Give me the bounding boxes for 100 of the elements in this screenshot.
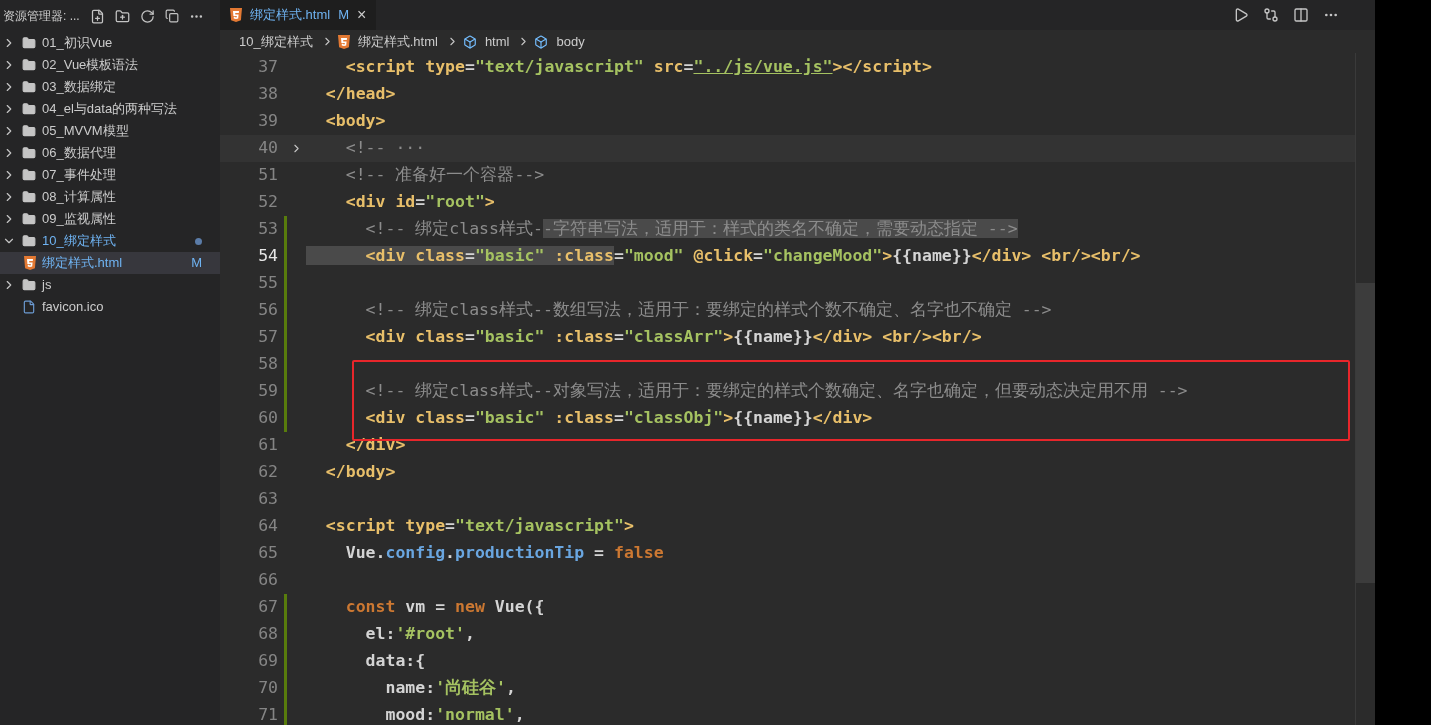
folder-icon	[22, 36, 36, 50]
folder-row[interactable]: js	[0, 274, 220, 296]
folder-row[interactable]: 08_计算属性	[0, 186, 220, 208]
code-line: <!-- 准备好一个容器-->	[344, 164, 545, 187]
folder-row[interactable]: 02_Vue模板语法	[0, 54, 220, 76]
element-icon	[462, 34, 477, 49]
compare-icon[interactable]	[1263, 7, 1279, 23]
folder-row[interactable]: 10_绑定样式	[0, 230, 220, 252]
code-line: <!-- 绑定class样式--数组写法，适用于：要绑定的样式个数不确定、名字也不确定 -->	[364, 299, 1052, 322]
code-line: <div class="basic" :class="mood" @click="changeMood">{{name}}</div> <br/><br/>	[306, 244, 1141, 269]
folder-row[interactable]: 04_el与data的两种写法	[0, 98, 220, 120]
folder-icon	[22, 190, 36, 204]
item-label: 03_数据绑定	[42, 78, 116, 97]
file-row[interactable]: 绑定样式.html M	[0, 252, 220, 274]
item-label: 05_MVVM模型	[42, 122, 129, 141]
line-number: 55	[257, 272, 279, 295]
line-number: 40	[257, 137, 279, 160]
code-line: <script type="text/javascript" src="../js/vue.js"></script>	[344, 56, 932, 79]
breadcrumb-item[interactable]: 绑定样式.html	[353, 31, 442, 52]
line-number: 69	[257, 650, 279, 673]
item-label: 10_绑定样式	[42, 232, 116, 251]
line-number: 62	[257, 461, 279, 484]
run-icon[interactable]	[1233, 7, 1249, 23]
code-line: </head>	[324, 83, 396, 106]
line-number: 66	[257, 569, 279, 592]
code-line: Vue.config.productionTip = false	[344, 542, 664, 565]
code-line: </div>	[344, 434, 406, 457]
code-line: <div id="root">	[344, 191, 495, 214]
item-label: 08_计算属性	[42, 188, 116, 207]
line-number: 37	[257, 56, 279, 79]
item-label: js	[42, 276, 52, 295]
code-line: name:'尚硅谷',	[384, 677, 516, 700]
folder-row[interactable]: 05_MVVM模型	[0, 120, 220, 142]
line-number: 56	[257, 299, 279, 322]
breadcrumb-item[interactable]: 10_绑定样式	[235, 31, 317, 52]
line-number: 65	[257, 542, 279, 565]
html-file-icon	[337, 34, 350, 49]
code-line: <!-- ···	[344, 137, 426, 160]
line-number: 52	[257, 191, 279, 214]
code-line: <!-- 绑定class样式--对象写法，适用于：要绑定的样式个数确定、名字也确定，但要动态决定用不用 -->	[364, 380, 1188, 403]
folder-row[interactable]: 03_数据绑定	[0, 76, 220, 98]
scrollbar[interactable]	[1355, 53, 1375, 725]
modified-label: M	[191, 254, 202, 273]
code-line: <body>	[324, 110, 386, 133]
folder-icon	[22, 278, 36, 292]
breadcrumb-item[interactable]: html	[480, 31, 514, 52]
folder-icon	[22, 146, 36, 160]
code-line: <script type="text/javascript">	[324, 515, 634, 538]
line-number: 70	[257, 677, 279, 700]
folder-row[interactable]: 07_事件处理	[0, 164, 220, 186]
code-line: const vm = new Vue({	[344, 596, 545, 619]
line-number: 53	[257, 218, 279, 241]
item-label: favicon.ico	[42, 298, 104, 317]
editor-tab[interactable]: 绑定样式.html M ×	[220, 0, 377, 30]
item-label: 02_Vue模板语法	[42, 56, 139, 75]
explorer-title: 资源管理器: ...	[3, 8, 80, 25]
split-editor-icon[interactable]	[1293, 7, 1309, 23]
html-file-icon	[24, 256, 36, 270]
folder-row[interactable]: 06_数据代理	[0, 142, 220, 164]
breadcrumb-item[interactable]: body	[552, 31, 589, 52]
line-number: 71	[257, 704, 279, 725]
line-number: 63	[257, 488, 279, 511]
item-label: 绑定样式.html	[42, 254, 123, 273]
new-folder-icon[interactable]	[114, 8, 130, 24]
line-number: 51	[257, 164, 279, 187]
file-icon	[22, 300, 36, 314]
line-number: 68	[257, 623, 279, 646]
line-number: 60	[257, 407, 279, 430]
code-line: mood:'normal',	[384, 704, 525, 725]
line-number: 64	[257, 515, 279, 538]
close-icon[interactable]: ×	[357, 3, 367, 27]
item-label: 01_初识Vue	[42, 34, 113, 53]
code-line: </body>	[324, 461, 396, 484]
line-number: 54	[257, 245, 279, 268]
line-number: 59	[257, 380, 279, 403]
new-file-icon[interactable]	[89, 8, 105, 24]
code-line: el:'#root',	[364, 623, 475, 646]
line-number: 38	[257, 83, 279, 106]
file-row[interactable]: favicon.ico	[0, 296, 220, 318]
item-label: 06_数据代理	[42, 144, 116, 163]
folder-icon	[22, 124, 36, 138]
code-line: data:{	[364, 650, 426, 673]
line-number: 58	[257, 353, 279, 376]
collapse-icon[interactable]	[164, 9, 179, 23]
item-label: 07_事件处理	[42, 166, 116, 185]
refresh-icon[interactable]	[139, 8, 155, 24]
folder-row[interactable]: 09_监视属性	[0, 208, 220, 230]
folder-icon	[22, 58, 36, 72]
folder-row[interactable]: 01_初识Vue	[0, 32, 220, 54]
element-icon	[534, 34, 549, 49]
folder-icon	[22, 212, 36, 226]
html-file-icon	[230, 8, 242, 22]
folder-icon	[22, 168, 36, 182]
code-line: <div class="basic" :class="classObj">{{name}}</div>	[364, 407, 873, 430]
line-number: 39	[257, 110, 279, 133]
folder-icon	[22, 102, 36, 116]
line-number: 67	[257, 596, 279, 619]
line-number: 57	[257, 326, 279, 349]
folder-icon	[22, 80, 36, 94]
item-label: 09_监视属性	[42, 210, 116, 229]
